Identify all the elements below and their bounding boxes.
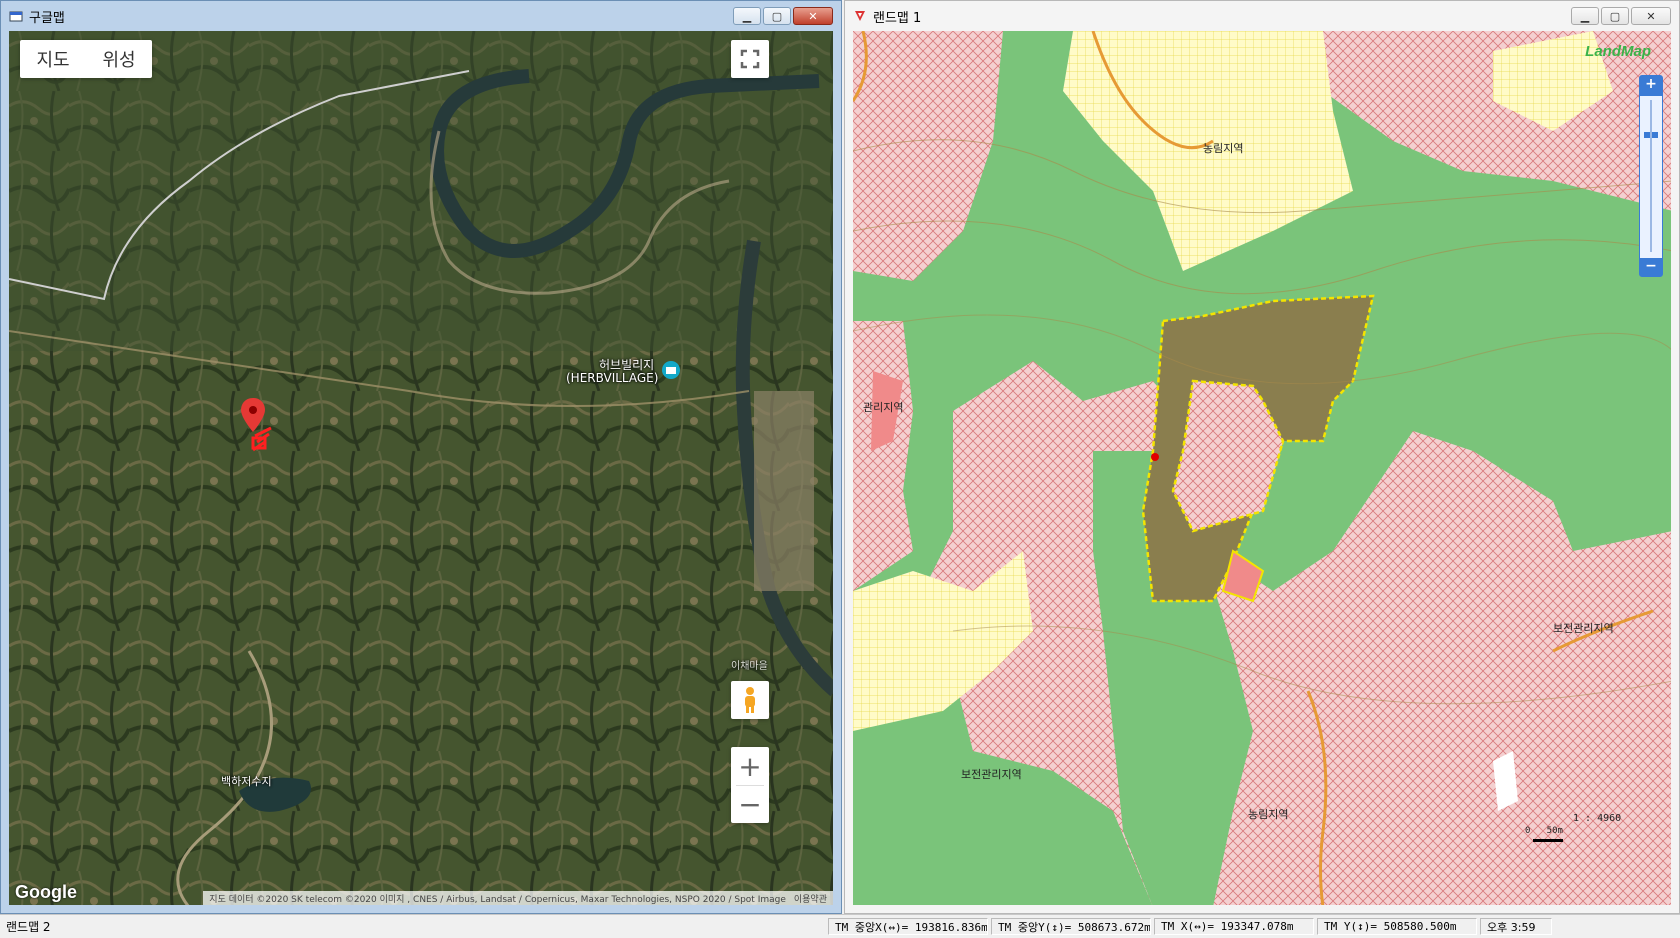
zone-label-agri-bottom: 농림지역 <box>1248 808 1289 821</box>
reservoir-label: 백하저수지 <box>221 775 272 788</box>
minimize-button[interactable]: ▁ <box>733 7 761 25</box>
landmap-zoning-map[interactable]: LandMap + − 농림지역 관리지역 보전관리지역 보전관리지역 농림지역… <box>853 31 1671 905</box>
terms-link[interactable]: 이용약관 <box>794 892 827 905</box>
google-map-window: 구글맵 ▁ ▢ ✕ 지도 위성 허브빌리지 (HERBVILLAGE) 백하저수… <box>0 0 842 914</box>
landmap-logo: LandMap <box>1585 43 1651 60</box>
maximize-button[interactable]: ▢ <box>1601 7 1629 25</box>
google-map-titlebar[interactable]: 구글맵 ▁ ▢ ✕ <box>1 1 841 31</box>
status-tm-x: TM X(↔)= 193347.078m <box>1154 918 1314 935</box>
map-attribution: 지도 데이터 ©2020 SK telecom ©2020 이미지 , CNES… <box>203 891 833 905</box>
scale-bar-label: 0 50m <box>1525 826 1563 836</box>
zoom-slider-track <box>1650 100 1652 252</box>
status-tm-center-x: TM 중앙X(↔)= 193816.836m <box>828 918 988 935</box>
street-view-button[interactable] <box>731 681 769 719</box>
village-label: 이채마을 <box>731 661 768 672</box>
maximize-button[interactable]: ▢ <box>763 7 791 25</box>
zoom-in-button[interactable]: + <box>1640 76 1662 96</box>
map-type-satellite-button[interactable]: 위성 <box>86 46 152 72</box>
status-tm-center-y: TM 중앙Y(↕)= 508673.672m <box>991 918 1151 935</box>
place-label-en: (HERBVILLAGE) <box>566 371 659 385</box>
status-app-name: 랜드맵 2 <box>6 920 51 934</box>
app-icon <box>9 11 23 22</box>
google-logo: Google <box>15 882 77 902</box>
pegman-icon <box>745 687 755 713</box>
zone-label-agri: 농림지역 <box>1203 142 1244 155</box>
satellite-imagery <box>9 31 833 905</box>
window-title: 구글맵 <box>29 10 65 26</box>
zoom-out-button[interactable]: − <box>738 786 761 823</box>
map-type-map-button[interactable]: 지도 <box>20 46 86 72</box>
scale-ratio: 1 : 4960 <box>1573 813 1622 824</box>
zoom-out-button[interactable]: − <box>1640 258 1662 276</box>
status-bar: 랜드맵 2 TM 중앙X(↔)= 193816.836m TM 중앙Y(↕)= … <box>0 914 1680 938</box>
map-type-control: 지도 위성 <box>20 40 152 78</box>
attribution-text: 지도 데이터 ©2020 SK telecom ©2020 이미지 , CNES… <box>209 894 786 905</box>
zone-label-mgmt: 관리지역 <box>863 401 904 414</box>
window-title: 랜드맵 1 <box>873 10 922 26</box>
zone-label-conserv-right: 보전관리지역 <box>1553 622 1614 635</box>
location-pin-icon[interactable] <box>241 398 281 458</box>
landmap-titlebar[interactable]: 랜드맵 1 ▁ ▢ ✕ <box>845 1 1679 31</box>
minimize-button[interactable]: ▁ <box>1571 7 1599 25</box>
landmap-window: 랜드맵 1 ▁ ▢ ✕ LandMap + − 농림지역 관리지역 보전관리지역… <box>844 0 1680 914</box>
fullscreen-icon <box>740 49 760 69</box>
fullscreen-button[interactable] <box>731 40 769 78</box>
status-tm-y: TM Y(↕)= 508580.500m <box>1317 918 1477 935</box>
status-clock: 오후 3:59 <box>1480 918 1552 935</box>
zone-label-conserv-bottom: 보전관리지역 <box>961 768 1022 781</box>
zoom-in-button[interactable]: + <box>738 748 761 785</box>
place-pin-icon[interactable] <box>661 360 681 380</box>
close-button[interactable]: ✕ <box>1631 7 1671 25</box>
zoom-control: + − <box>731 747 769 823</box>
satellite-map[interactable]: 지도 위성 허브빌리지 (HERBVILLAGE) 백하저수지 이채마을 + −… <box>9 31 833 905</box>
landmap-app-icon <box>855 11 865 21</box>
zoom-slider[interactable]: + − <box>1639 75 1663 277</box>
close-button[interactable]: ✕ <box>793 7 833 25</box>
